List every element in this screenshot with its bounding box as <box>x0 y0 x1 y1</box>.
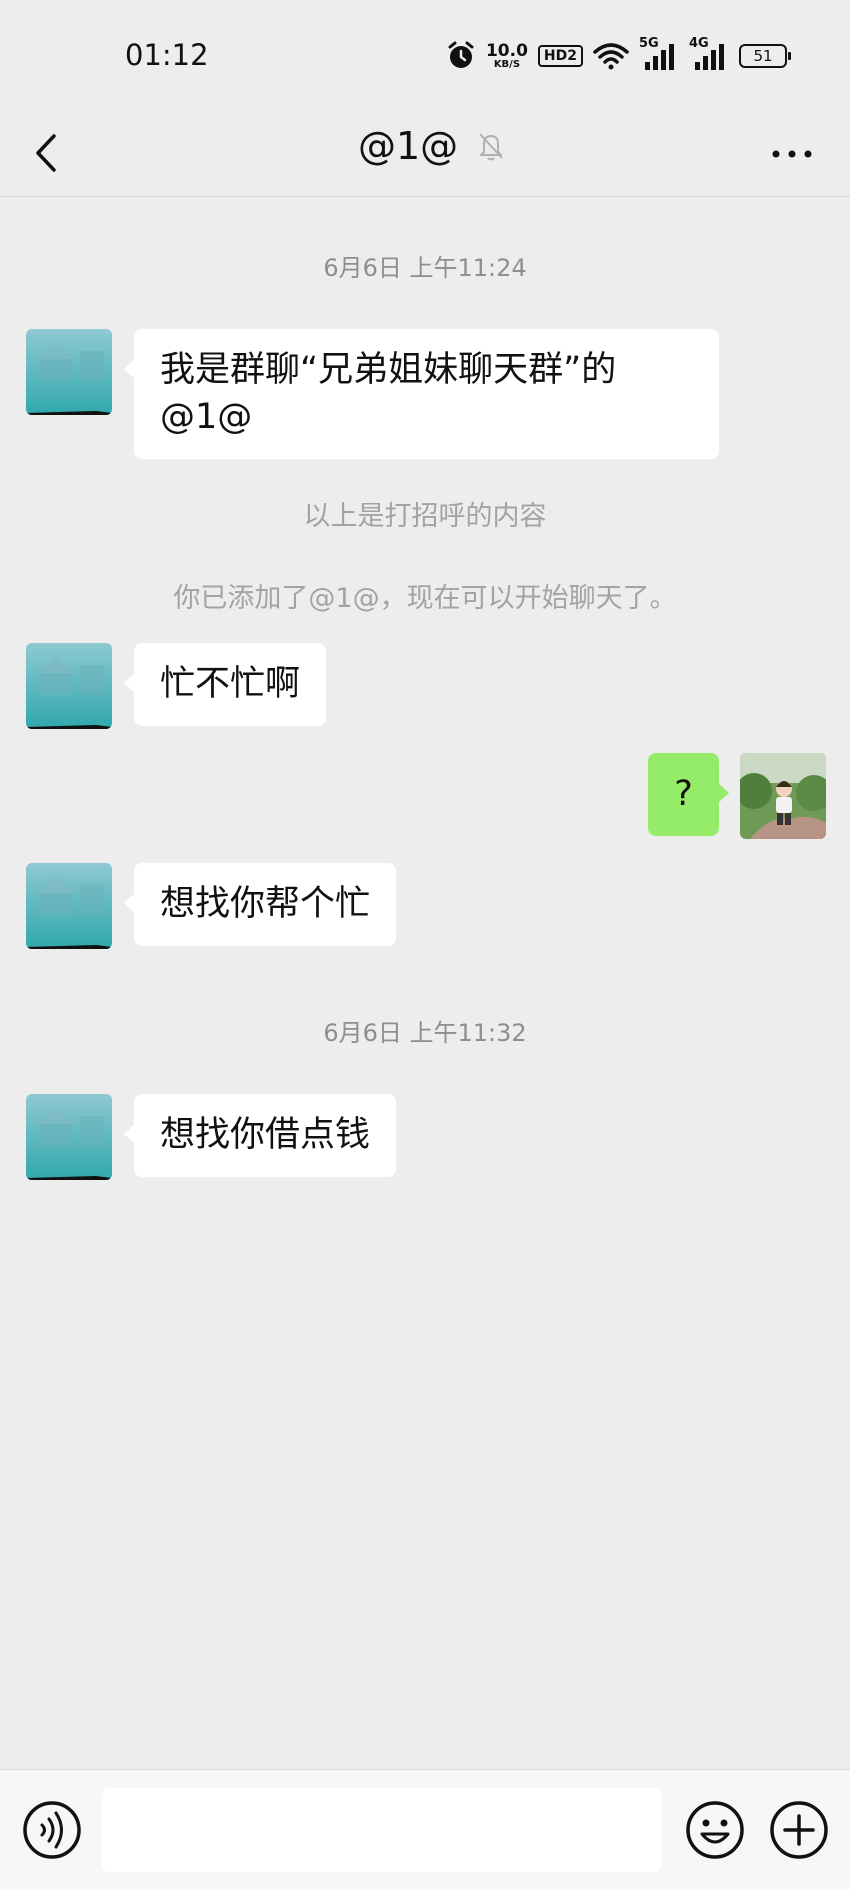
status-icons: 10.0 KB/S HD2 5G 4G 51 <box>446 36 791 76</box>
chat-title: @1@ <box>358 124 459 168</box>
message-text: 想找你帮个忙 <box>160 884 371 924</box>
timestamp: 6月6日 上午11:32 <box>323 1019 527 1047</box>
battery-level: 51 <box>753 47 773 65</box>
avatar[interactable] <box>26 863 112 949</box>
emoji-icon[interactable] <box>675 1790 755 1870</box>
avatar[interactable] <box>26 643 112 729</box>
net-speed-value: 10.0 <box>485 40 528 61</box>
message-bubble[interactable]: 想找你帮个忙 <box>123 863 397 946</box>
hd-icon: HD2 <box>537 45 583 67</box>
message-input[interactable] <box>102 1788 662 1872</box>
message-text: 忙不忙啊 <box>160 664 301 704</box>
message-bubble[interactable]: 想找你借点钱 <box>123 1094 397 1177</box>
title-group: @1@ <box>358 124 506 168</box>
signal-4g-label: 4G <box>689 36 709 51</box>
more-dots-icon[interactable] <box>762 128 822 178</box>
my-avatar[interactable] <box>740 753 826 839</box>
plus-icon[interactable] <box>759 1790 839 1870</box>
status-time: 01:12 <box>125 38 209 72</box>
wifi-icon <box>593 43 629 70</box>
chat-header: @1@ <box>0 110 850 197</box>
signal-5g-icon: 5G <box>639 36 679 72</box>
net-speed-unit: KB/S <box>493 58 521 70</box>
alarm-icon <box>448 41 474 68</box>
avatar[interactable] <box>26 329 112 415</box>
message-bubble[interactable]: 忙不忙啊 <box>123 643 327 726</box>
battery-icon: 51 <box>739 44 791 68</box>
mute-bell-icon <box>479 133 503 161</box>
net-speed: 10.0 KB/S <box>485 40 528 70</box>
voice-icon[interactable] <box>12 1790 92 1870</box>
my-message-bubble[interactable]: ? <box>648 753 729 836</box>
system-message: 你已添加了@1@，现在可以开始聊天了。 <box>173 583 677 614</box>
status-bar: 01:12 10.0 KB/S HD2 5G 4G 51 <box>0 0 850 110</box>
signal-4g-icon: 4G <box>689 36 729 72</box>
message-text: 我是群聊“兄弟姐妹聊天群”的@1@ <box>160 350 617 437</box>
timestamp: 6月6日 上午11:24 <box>323 254 527 282</box>
avatar[interactable] <box>26 1094 112 1180</box>
message-text: 想找你借点钱 <box>160 1115 371 1155</box>
system-message: 以上是打招呼的内容 <box>303 501 547 532</box>
back-arrow-icon[interactable] <box>28 128 68 178</box>
signal-5g-label: 5G <box>639 36 659 51</box>
message-bubble[interactable]: 我是群聊“兄弟姐妹聊天群”的@1@ <box>124 329 719 459</box>
message-text: ? <box>674 774 693 814</box>
input-bar <box>0 1769 850 1890</box>
